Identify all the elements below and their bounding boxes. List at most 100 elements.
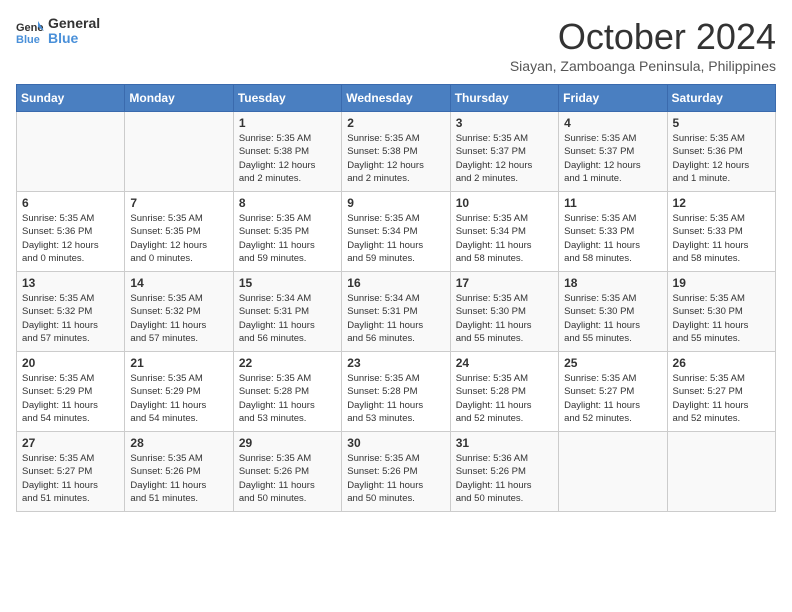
day-info: Sunrise: 5:35 AM Sunset: 5:26 PM Dayligh… bbox=[347, 452, 444, 505]
calendar-cell: 30 Sunrise: 5:35 AM Sunset: 5:26 PM Dayli… bbox=[342, 432, 450, 512]
calendar-cell: 4 Sunrise: 5:35 AM Sunset: 5:37 PM Daylig… bbox=[559, 112, 667, 192]
day-info: Sunrise: 5:35 AM Sunset: 5:33 PM Dayligh… bbox=[673, 212, 770, 265]
day-number: 11 bbox=[564, 196, 661, 210]
day-number: 6 bbox=[22, 196, 119, 210]
day-info: Sunrise: 5:35 AM Sunset: 5:32 PM Dayligh… bbox=[130, 292, 227, 345]
calendar-cell bbox=[17, 112, 125, 192]
calendar-cell: 23Sunrise: 5:35 AM Sunset: 5:28 PM Dayli… bbox=[342, 352, 450, 432]
day-info: Sunrise: 5:35 AM Sunset: 5:32 PM Dayligh… bbox=[22, 292, 119, 345]
week-row-1: 1Sunrise: 5:35 AM Sunset: 5:38 PM Daylig… bbox=[17, 112, 776, 192]
day-number: 27 bbox=[22, 436, 119, 450]
calendar-cell: 3 Sunrise: 5:35 AM Sunset: 5:37 PM Daylig… bbox=[450, 112, 558, 192]
calendar-cell: 28Sunrise: 5:35 AM Sunset: 5:26 PM Dayli… bbox=[125, 432, 233, 512]
day-number: 4 bbox=[564, 116, 661, 130]
day-number: 8 bbox=[239, 196, 336, 210]
day-number: 9 bbox=[347, 196, 444, 210]
calendar-cell: 6 Sunrise: 5:35 AM Sunset: 5:36 PM Daylig… bbox=[17, 192, 125, 272]
day-info: Sunrise: 5:34 AM Sunset: 5:31 PM Dayligh… bbox=[239, 292, 336, 345]
day-number: 23 bbox=[347, 356, 444, 370]
day-info: Sunrise: 5:35 AM Sunset: 5:37 PM Dayligh… bbox=[564, 132, 661, 185]
day-number: 14 bbox=[130, 276, 227, 290]
day-info: Sunrise: 5:35 AM Sunset: 5:34 PM Dayligh… bbox=[456, 212, 553, 265]
day-info: Sunrise: 5:35 AM Sunset: 5:26 PM Dayligh… bbox=[239, 452, 336, 505]
page-header: General Blue General Blue October 2024 S… bbox=[16, 16, 776, 74]
day-info: Sunrise: 5:35 AM Sunset: 5:27 PM Dayligh… bbox=[564, 372, 661, 425]
day-number: 31 bbox=[456, 436, 553, 450]
header-cell-monday: Monday bbox=[125, 85, 233, 112]
header-row: SundayMondayTuesdayWednesdayThursdayFrid… bbox=[17, 85, 776, 112]
day-info: Sunrise: 5:35 AM Sunset: 5:27 PM Dayligh… bbox=[673, 372, 770, 425]
calendar-cell: 1Sunrise: 5:35 AM Sunset: 5:38 PM Daylig… bbox=[233, 112, 341, 192]
day-number: 2 bbox=[347, 116, 444, 130]
location-subtitle: Siayan, Zamboanga Peninsula, Philippines bbox=[510, 58, 776, 74]
day-info: Sunrise: 5:35 AM Sunset: 5:28 PM Dayligh… bbox=[239, 372, 336, 425]
title-block: October 2024 Siayan, Zamboanga Peninsula… bbox=[510, 16, 776, 74]
day-info: Sunrise: 5:35 AM Sunset: 5:35 PM Dayligh… bbox=[239, 212, 336, 265]
calendar-cell: 26 Sunrise: 5:35 AM Sunset: 5:27 PM Dayli… bbox=[667, 352, 775, 432]
calendar-cell: 16 Sunrise: 5:34 AM Sunset: 5:31 PM Dayli… bbox=[342, 272, 450, 352]
header-cell-wednesday: Wednesday bbox=[342, 85, 450, 112]
month-title: October 2024 bbox=[510, 16, 776, 58]
day-info: Sunrise: 5:34 AM Sunset: 5:31 PM Dayligh… bbox=[347, 292, 444, 345]
day-number: 19 bbox=[673, 276, 770, 290]
day-number: 16 bbox=[347, 276, 444, 290]
day-number: 26 bbox=[673, 356, 770, 370]
calendar-cell: 29 Sunrise: 5:35 AM Sunset: 5:26 PM Dayli… bbox=[233, 432, 341, 512]
day-number: 24 bbox=[456, 356, 553, 370]
calendar-body: 1Sunrise: 5:35 AM Sunset: 5:38 PM Daylig… bbox=[17, 112, 776, 512]
header-cell-friday: Friday bbox=[559, 85, 667, 112]
calendar-cell: 10Sunrise: 5:35 AM Sunset: 5:34 PM Dayli… bbox=[450, 192, 558, 272]
calendar-cell: 19Sunrise: 5:35 AM Sunset: 5:30 PM Dayli… bbox=[667, 272, 775, 352]
calendar-cell: 11Sunrise: 5:35 AM Sunset: 5:33 PM Dayli… bbox=[559, 192, 667, 272]
day-info: Sunrise: 5:36 AM Sunset: 5:26 PM Dayligh… bbox=[456, 452, 553, 505]
day-number: 30 bbox=[347, 436, 444, 450]
week-row-2: 6 Sunrise: 5:35 AM Sunset: 5:36 PM Daylig… bbox=[17, 192, 776, 272]
calendar-table: SundayMondayTuesdayWednesdayThursdayFrid… bbox=[16, 84, 776, 512]
day-info: Sunrise: 5:35 AM Sunset: 5:26 PM Dayligh… bbox=[130, 452, 227, 505]
calendar-cell bbox=[559, 432, 667, 512]
day-number: 12 bbox=[673, 196, 770, 210]
calendar-cell: 12 Sunrise: 5:35 AM Sunset: 5:33 PM Dayli… bbox=[667, 192, 775, 272]
day-info: Sunrise: 5:35 AM Sunset: 5:36 PM Dayligh… bbox=[673, 132, 770, 185]
calendar-cell bbox=[667, 432, 775, 512]
day-info: Sunrise: 5:35 AM Sunset: 5:37 PM Dayligh… bbox=[456, 132, 553, 185]
day-info: Sunrise: 5:35 AM Sunset: 5:34 PM Dayligh… bbox=[347, 212, 444, 265]
calendar-cell: 5Sunrise: 5:35 AM Sunset: 5:36 PM Daylig… bbox=[667, 112, 775, 192]
day-number: 1 bbox=[239, 116, 336, 130]
svg-text:Blue: Blue bbox=[16, 34, 40, 45]
day-info: Sunrise: 5:35 AM Sunset: 5:30 PM Dayligh… bbox=[456, 292, 553, 345]
calendar-cell: 22Sunrise: 5:35 AM Sunset: 5:28 PM Dayli… bbox=[233, 352, 341, 432]
day-info: Sunrise: 5:35 AM Sunset: 5:27 PM Dayligh… bbox=[22, 452, 119, 505]
header-cell-thursday: Thursday bbox=[450, 85, 558, 112]
calendar-cell: 2Sunrise: 5:35 AM Sunset: 5:38 PM Daylig… bbox=[342, 112, 450, 192]
logo-general: General bbox=[48, 16, 100, 31]
calendar-cell: 18Sunrise: 5:35 AM Sunset: 5:30 PM Dayli… bbox=[559, 272, 667, 352]
day-number: 17 bbox=[456, 276, 553, 290]
calendar-header: SundayMondayTuesdayWednesdayThursdayFrid… bbox=[17, 85, 776, 112]
day-info: Sunrise: 5:35 AM Sunset: 5:29 PM Dayligh… bbox=[22, 372, 119, 425]
logo-blue: Blue bbox=[48, 31, 100, 46]
calendar-cell: 7 Sunrise: 5:35 AM Sunset: 5:35 PM Daylig… bbox=[125, 192, 233, 272]
calendar-cell: 24 Sunrise: 5:35 AM Sunset: 5:28 PM Dayli… bbox=[450, 352, 558, 432]
logo: General Blue General Blue bbox=[16, 16, 100, 47]
day-number: 3 bbox=[456, 116, 553, 130]
day-info: Sunrise: 5:35 AM Sunset: 5:28 PM Dayligh… bbox=[456, 372, 553, 425]
day-info: Sunrise: 5:35 AM Sunset: 5:35 PM Dayligh… bbox=[130, 212, 227, 265]
day-info: Sunrise: 5:35 AM Sunset: 5:36 PM Dayligh… bbox=[22, 212, 119, 265]
calendar-cell bbox=[125, 112, 233, 192]
day-number: 20 bbox=[22, 356, 119, 370]
week-row-3: 13Sunrise: 5:35 AM Sunset: 5:32 PM Dayli… bbox=[17, 272, 776, 352]
day-number: 21 bbox=[130, 356, 227, 370]
calendar-cell: 14 Sunrise: 5:35 AM Sunset: 5:32 PM Dayli… bbox=[125, 272, 233, 352]
day-info: Sunrise: 5:35 AM Sunset: 5:29 PM Dayligh… bbox=[130, 372, 227, 425]
week-row-5: 27 Sunrise: 5:35 AM Sunset: 5:27 PM Dayli… bbox=[17, 432, 776, 512]
day-number: 7 bbox=[130, 196, 227, 210]
header-cell-sunday: Sunday bbox=[17, 85, 125, 112]
calendar-cell: 21 Sunrise: 5:35 AM Sunset: 5:29 PM Dayli… bbox=[125, 352, 233, 432]
calendar-cell: 20 Sunrise: 5:35 AM Sunset: 5:29 PM Dayli… bbox=[17, 352, 125, 432]
header-cell-saturday: Saturday bbox=[667, 85, 775, 112]
calendar-cell: 8 Sunrise: 5:35 AM Sunset: 5:35 PM Daylig… bbox=[233, 192, 341, 272]
calendar-cell: 27 Sunrise: 5:35 AM Sunset: 5:27 PM Dayli… bbox=[17, 432, 125, 512]
logo-icon: General Blue bbox=[16, 17, 44, 45]
day-number: 29 bbox=[239, 436, 336, 450]
